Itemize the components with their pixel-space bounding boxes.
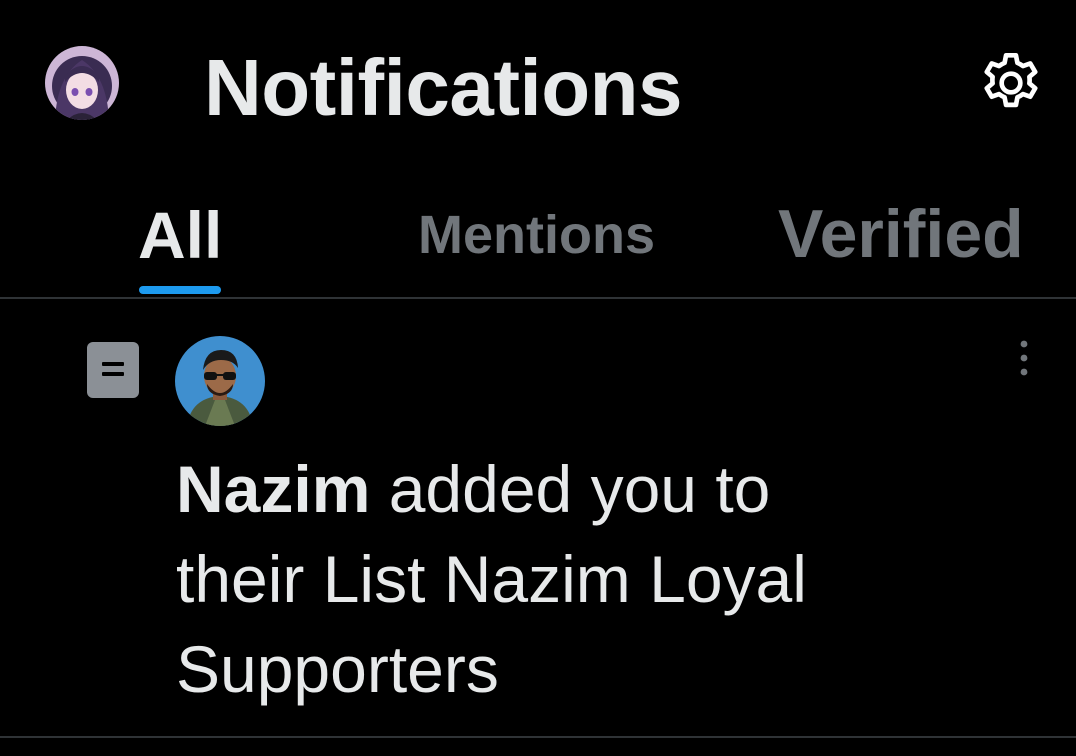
top-app-bar: Notifications xyxy=(0,0,1076,170)
tabs-divider xyxy=(0,297,1076,299)
page-title: Notifications xyxy=(204,43,682,132)
notification-item[interactable]: Nazim added you to their List Nazim Loya… xyxy=(0,300,1076,736)
actor-avatar[interactable] xyxy=(175,336,265,426)
tab-mentions[interactable]: Mentions xyxy=(416,185,668,297)
settings-button[interactable] xyxy=(976,48,1046,118)
list-icon xyxy=(87,342,139,398)
active-tab-indicator xyxy=(139,286,221,294)
user-avatar-icon xyxy=(45,46,119,120)
notification-tabs: All Mentions Verified xyxy=(0,185,1076,297)
profile-avatar[interactable] xyxy=(45,46,119,120)
actor-name[interactable]: Nazim xyxy=(176,452,370,526)
tab-all-label: All xyxy=(138,198,223,272)
tab-verified-label: Verified xyxy=(778,196,1024,272)
tab-all[interactable]: All xyxy=(138,185,224,297)
gear-icon xyxy=(984,52,1038,108)
notification-divider xyxy=(0,736,1076,738)
user-avatar-nazim-icon xyxy=(175,336,265,426)
more-vertical-icon xyxy=(1020,340,1028,376)
tab-mentions-label: Mentions xyxy=(418,205,655,265)
tab-verified[interactable]: Verified xyxy=(776,185,1026,297)
notification-text: Nazim added you to their List Nazim Loya… xyxy=(176,444,916,714)
more-options-button[interactable] xyxy=(1006,336,1042,380)
